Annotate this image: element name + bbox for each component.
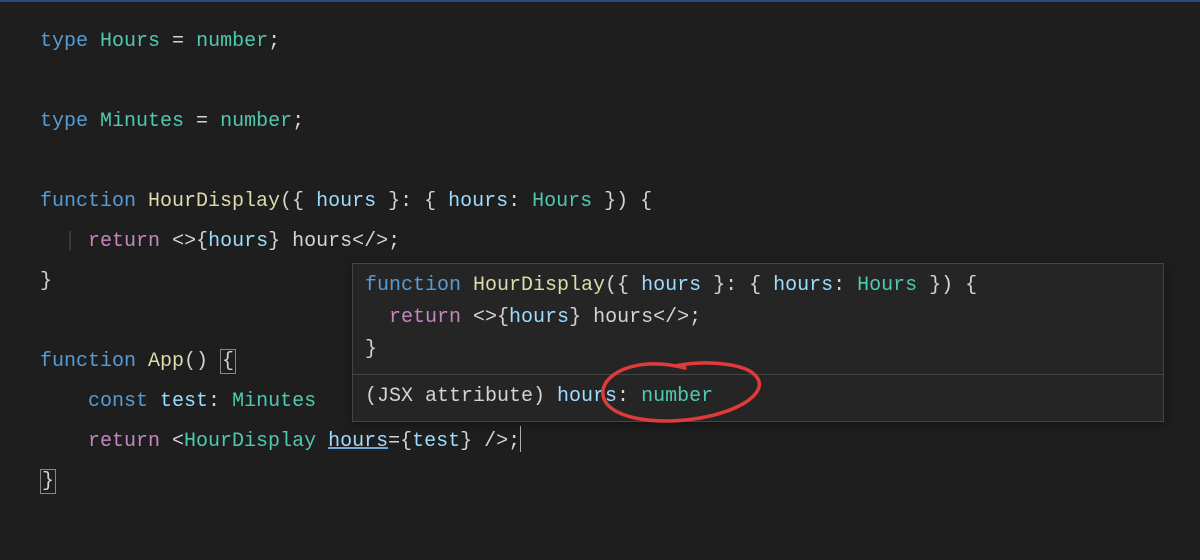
type-name: Hours: [100, 30, 160, 53]
code-line[interactable]: type Minutes = number;: [40, 102, 1200, 142]
punct: ;: [292, 110, 304, 133]
punct: }) {: [592, 190, 652, 213]
jsxattr-name: hours: [557, 385, 617, 408]
type-ref: Minutes: [232, 390, 316, 413]
code-line[interactable]: function HourDisplay({ hours }: { hours:…: [40, 182, 1200, 222]
punct: ={: [388, 430, 412, 453]
code-line[interactable]: | return <>{hours} hours</>;: [40, 222, 1200, 262]
code-line-blank: [40, 62, 1200, 102]
brace: }: [40, 270, 52, 293]
keyword-function: function: [365, 274, 461, 297]
type-ref: number: [196, 30, 268, 53]
punct: <: [160, 430, 184, 453]
expr: hours: [208, 230, 268, 253]
punct: (): [184, 350, 220, 373]
code-line-blank: [40, 142, 1200, 182]
hover-jsx-attribute: (JSX attribute) hours: number: [353, 374, 1163, 421]
punct: }: {: [376, 190, 448, 213]
jsxattr-type: number: [641, 385, 713, 408]
keyword-return: return: [88, 230, 160, 253]
function-name: HourDisplay: [136, 190, 280, 213]
text-cursor: [520, 426, 521, 452]
punct: } />;: [460, 430, 520, 453]
var-name: test: [148, 390, 208, 413]
keyword-type: type: [40, 110, 88, 133]
hover-tooltip[interactable]: function HourDisplay({ hours }: { hours:…: [352, 263, 1164, 422]
punct: =: [160, 30, 196, 53]
jsx: } hours</>;: [268, 230, 400, 253]
keyword-return: return: [88, 430, 160, 453]
expr: test: [412, 430, 460, 453]
keyword-function: function: [40, 350, 136, 373]
type-ref: number: [220, 110, 292, 133]
hover-signature: function HourDisplay({ hours }: { hours:…: [353, 264, 1163, 374]
punct: ({: [280, 190, 316, 213]
jsx: <>{: [160, 230, 208, 253]
keyword-type: type: [40, 30, 88, 53]
code-editor[interactable]: type Hours = number; type Minutes = numb…: [0, 0, 1200, 502]
code-line[interactable]: type Hours = number;: [40, 22, 1200, 62]
type-ref: Hours: [532, 190, 592, 213]
type-name: Minutes: [100, 110, 184, 133]
keyword-const: const: [88, 390, 148, 413]
code-line[interactable]: return <HourDisplay hours={test} />;: [40, 422, 1200, 462]
prop: hours: [448, 190, 508, 213]
param: hours: [316, 190, 376, 213]
keyword-function: function: [40, 190, 136, 213]
jsx-attr[interactable]: hours: [328, 430, 388, 453]
brace-open: {: [220, 349, 236, 374]
jsxattr-prefix: (JSX attribute): [365, 385, 557, 408]
punct: =: [184, 110, 220, 133]
function-name: HourDisplay: [461, 274, 605, 297]
code-line[interactable]: }: [40, 462, 1200, 502]
jsx-component: HourDisplay: [184, 430, 316, 453]
function-name: App: [136, 350, 184, 373]
brace-close: }: [40, 469, 56, 494]
punct: :: [508, 190, 532, 213]
punct: ;: [268, 30, 280, 53]
space: [316, 430, 328, 453]
punct: :: [208, 390, 232, 413]
indent-guide: |: [64, 230, 76, 253]
